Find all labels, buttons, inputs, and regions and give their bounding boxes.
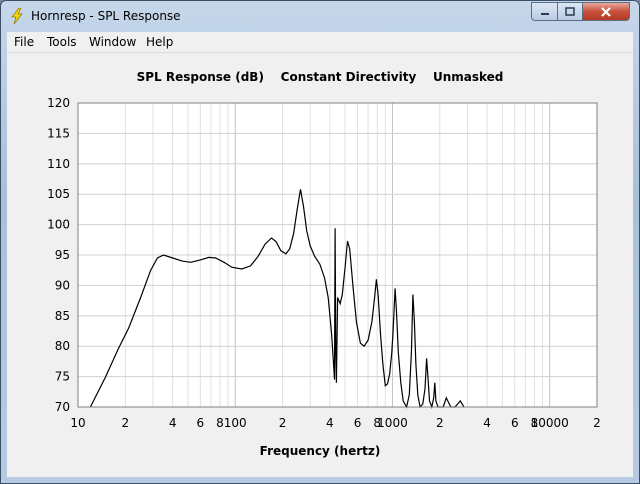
lightning-icon (11, 8, 23, 24)
menu-file[interactable]: File (14, 35, 34, 49)
minimize-button[interactable] (531, 2, 558, 21)
window-title: Hornresp - SPL Response (31, 9, 181, 23)
y-tick-label: 75 (55, 370, 70, 384)
menu-help[interactable]: Help (146, 35, 173, 49)
y-tick-label: 115 (47, 126, 70, 140)
close-button[interactable] (582, 2, 630, 21)
x-tick-label: 4 (326, 416, 334, 430)
x-tick-label: 8 (216, 416, 224, 430)
x-tick-label: 100 (224, 416, 247, 430)
x-tick-label: 4 (483, 416, 491, 430)
maximize-button[interactable] (557, 2, 583, 21)
minimize-icon (540, 12, 549, 15)
app-window: Hornresp - SPL Response File Tools Windo… (0, 0, 640, 484)
x-tick-label: 10000 (531, 416, 569, 430)
menu-tools[interactable]: Tools (47, 35, 77, 49)
x-tick-label: 6 (511, 416, 519, 430)
y-tick-label: 95 (55, 248, 70, 262)
spl-chart: 70758085909510010511011512010 2 4 6 8 100 2 4 6 8… (47, 96, 601, 430)
x-tick-label: 2 (436, 416, 444, 430)
x-tick-label: 10 (70, 416, 85, 430)
x-tick-label: 2 (279, 416, 287, 430)
maximize-icon (565, 6, 575, 16)
x-tick-label: 1000 (377, 416, 408, 430)
y-tick-label: 105 (47, 187, 70, 201)
x-axis-label: Frequency (hertz) (259, 444, 381, 458)
menu-bar: File Tools Window Help (7, 32, 633, 53)
y-tick-label: 80 (55, 339, 70, 353)
close-icon (601, 6, 611, 17)
chart-panel: SPL Response (dB) Constant Directivity U… (7, 53, 633, 477)
x-tick-label: 2 (122, 416, 130, 430)
title-bar[interactable]: Hornresp - SPL Response (1, 1, 639, 31)
x-tick-label: 4 (169, 416, 177, 430)
y-tick-label: 70 (55, 400, 70, 414)
y-tick-label: 120 (47, 96, 70, 110)
y-tick-label: 100 (47, 218, 70, 232)
y-tick-label: 85 (55, 309, 70, 323)
x-tick-label: 6 (354, 416, 362, 430)
x-tick-label: 2 (593, 416, 601, 430)
x-tick-label: 6 (197, 416, 205, 430)
y-tick-label: 110 (47, 157, 70, 171)
y-tick-label: 90 (55, 278, 70, 292)
menu-window[interactable]: Window (89, 35, 136, 49)
